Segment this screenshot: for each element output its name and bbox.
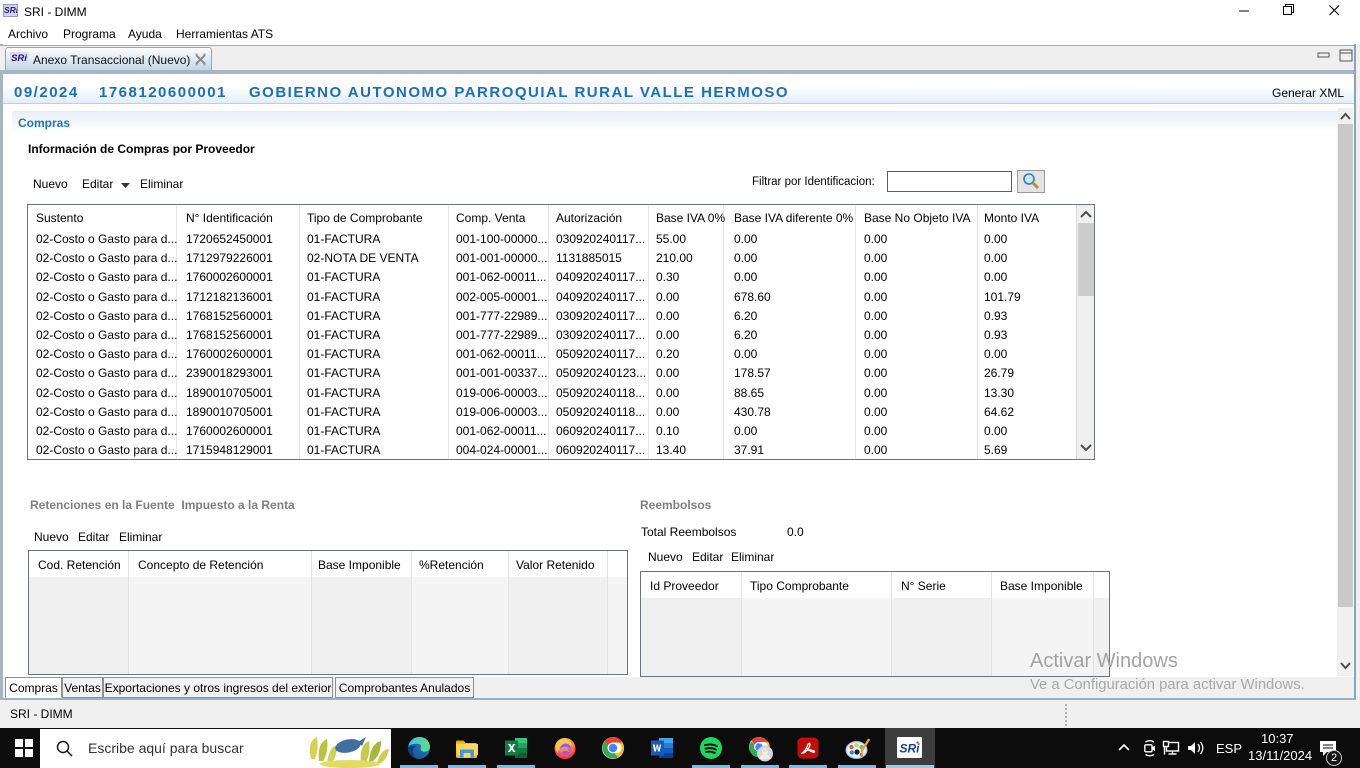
svg-text:SRi: SRi [899, 742, 920, 756]
